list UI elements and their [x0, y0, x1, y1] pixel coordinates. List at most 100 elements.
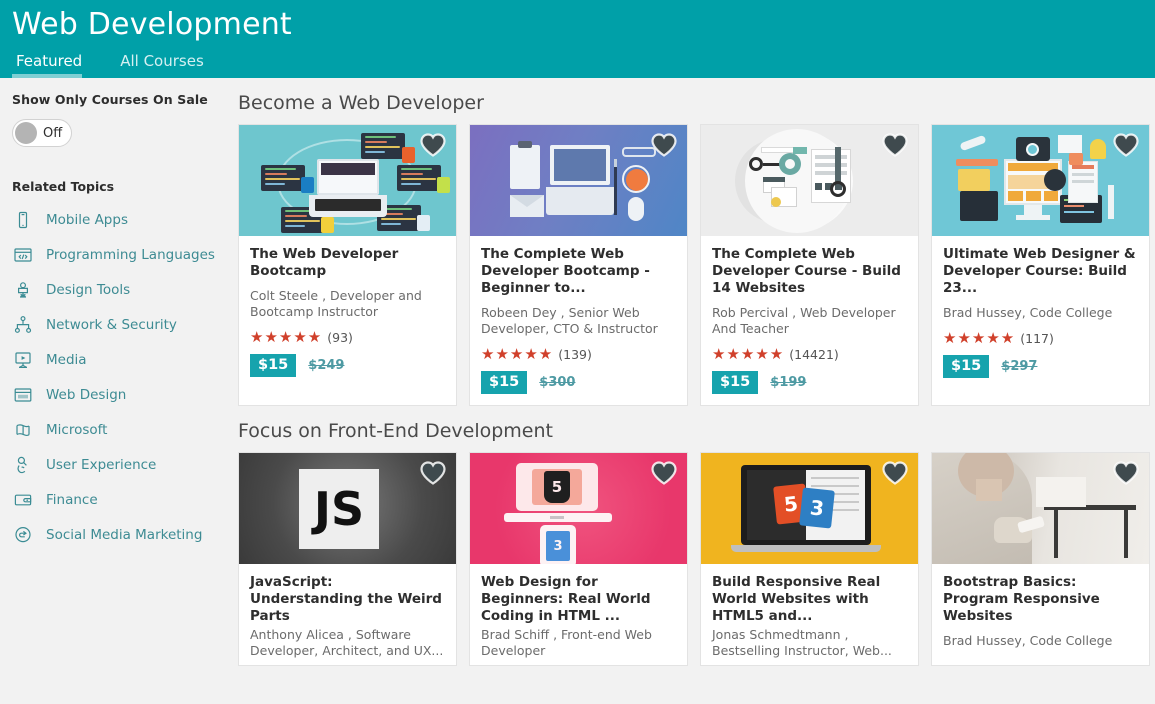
- original-price: $297: [1001, 359, 1038, 374]
- heart-glyph: [420, 133, 446, 157]
- sidebar-topic-user-experience[interactable]: User Experience: [12, 447, 226, 482]
- rating-count: (93): [327, 329, 353, 345]
- course-card[interactable]: Ultimate Web Designer & Developer Course…: [931, 124, 1150, 406]
- heart-glyph: [420, 461, 446, 485]
- sidebar-topic-label: Programming Languages: [46, 246, 215, 263]
- course-author: Colt Steele , Developer and Bootcamp Ins…: [250, 288, 422, 319]
- course-card[interactable]: JS JavaScript: Understanding the Weird Pa…: [238, 452, 457, 666]
- course-title: Web Design for Beginners: Real World Cod…: [481, 574, 651, 624]
- favorite-heart-icon[interactable]: [420, 461, 446, 485]
- related-topics-list: Mobile Apps Programming Languages Design T…: [12, 202, 226, 552]
- course-author: Brad Hussey, Code College: [943, 305, 1113, 320]
- course-price-row: $15 $300: [481, 371, 676, 405]
- page-body: Show Only Courses On Sale Off Related To…: [0, 78, 1155, 704]
- sidebar-topic-label: User Experience: [46, 456, 157, 473]
- tab-featured[interactable]: Featured: [12, 53, 96, 78]
- rating-count: (14421): [789, 346, 839, 362]
- browser-window-icon: [12, 384, 34, 406]
- course-card[interactable]: The Complete Web Developer Bootcamp - Be…: [469, 124, 688, 406]
- heart-glyph: [882, 461, 908, 485]
- course-thumbnail: 53: [470, 453, 687, 564]
- original-price: $249: [308, 358, 345, 373]
- sidebar-topic-programming-languages[interactable]: Programming Languages: [12, 237, 226, 272]
- heart-glyph: [1113, 461, 1139, 485]
- star-rating-icon: ★★★★★: [250, 328, 323, 346]
- sidebar-topic-network-security[interactable]: Network & Security: [12, 307, 226, 342]
- sale-price-badge: $15: [481, 371, 528, 394]
- user-experience-icon: [12, 454, 34, 476]
- sidebar-topic-microsoft[interactable]: Microsoft: [12, 412, 226, 447]
- favorite-heart-icon[interactable]: [420, 133, 446, 157]
- favorite-heart-icon[interactable]: [882, 133, 908, 157]
- sidebar-topic-label: Microsoft: [46, 421, 108, 438]
- course-price-row: $15 $297: [943, 355, 1138, 389]
- course-title: JavaScript: Understanding the Weird Part…: [250, 574, 442, 624]
- course-rating: ★★★★★ (14421): [712, 346, 907, 362]
- course-card-body: The Web Developer Bootcamp Colt Steele , …: [239, 236, 456, 405]
- sidebar-topic-design-tools[interactable]: Design Tools: [12, 272, 226, 307]
- tab-featured-label: Featured: [16, 52, 83, 70]
- sidebar-topic-web-design[interactable]: Web Design: [12, 377, 226, 412]
- mobile-phone-icon: [12, 209, 34, 231]
- course-thumbnail: [701, 125, 918, 236]
- course-card[interactable]: Bootstrap Basics: Program Responsive Web…: [931, 452, 1150, 666]
- favorite-heart-icon[interactable]: [1113, 133, 1139, 157]
- course-card[interactable]: The Web Developer Bootcamp Colt Steele , …: [238, 124, 457, 406]
- media-projector-icon: [12, 349, 34, 371]
- sidebar-topic-label: Media: [46, 351, 87, 368]
- favorite-heart-icon[interactable]: [882, 461, 908, 485]
- favorite-heart-icon[interactable]: [651, 133, 677, 157]
- course-card-body: JavaScript: Understanding the Weird Part…: [239, 564, 456, 665]
- page-title: Web Development: [12, 7, 292, 42]
- rating-count: (117): [1020, 330, 1054, 346]
- course-card[interactable]: The Complete Web Developer Course - Buil…: [700, 124, 919, 406]
- favorite-heart-icon[interactable]: [651, 461, 677, 485]
- sale-filter-toggle[interactable]: Off: [12, 119, 72, 147]
- sale-filter-label: Show Only Courses On Sale: [12, 92, 208, 107]
- course-card-row: JS JavaScript: Understanding the Weird Pa…: [238, 452, 1155, 666]
- tab-all-courses[interactable]: All Courses: [116, 53, 218, 78]
- course-title: Bootstrap Basics: Program Responsive Web…: [943, 574, 1100, 624]
- course-thumbnail: [932, 125, 1149, 236]
- course-title: The Web Developer Bootcamp: [250, 246, 399, 279]
- course-rating: ★★★★★ (139): [481, 346, 676, 362]
- wallet-icon: [12, 489, 34, 511]
- course-author: Anthony Alicea , Software Developer, Arc…: [250, 627, 444, 659]
- star-rating-icon: ★★★★★: [712, 345, 785, 363]
- course-card-body: The Complete Web Developer Course - Buil…: [701, 236, 918, 405]
- sale-price-badge: $15: [943, 355, 990, 378]
- course-card-body: Ultimate Web Designer & Developer Course…: [932, 236, 1149, 405]
- design-tool-icon: [12, 279, 34, 301]
- original-price: $300: [539, 375, 576, 390]
- course-rating: ★★★★★ (117): [943, 330, 1138, 346]
- heart-glyph: [651, 133, 677, 157]
- course-price-row: $15 $199: [712, 371, 907, 405]
- sidebar-topic-mobile-apps[interactable]: Mobile Apps: [12, 202, 226, 237]
- sidebar-topic-social-media-marketing[interactable]: Social Media Marketing: [12, 517, 226, 552]
- course-card-body: Build Responsive Real World Websites wit…: [701, 564, 918, 665]
- course-author: Brad Schiff , Front-end Web Developer: [481, 627, 652, 659]
- heart-glyph: [1113, 133, 1139, 157]
- course-thumbnail: [470, 125, 687, 236]
- course-card-body: The Complete Web Developer Bootcamp - Be…: [470, 236, 687, 405]
- sidebar-topic-finance[interactable]: Finance: [12, 482, 226, 517]
- favorite-heart-icon[interactable]: [1113, 461, 1139, 485]
- tab-all-courses-label: All Courses: [120, 52, 204, 70]
- course-author: Brad Hussey, Code College: [943, 633, 1113, 648]
- star-rating-icon: ★★★★★: [481, 345, 554, 363]
- course-thumbnail: JS: [239, 453, 456, 564]
- sidebar-topic-label: Network & Security: [46, 316, 177, 333]
- tab-bar: Featured All Courses: [8, 44, 1155, 78]
- course-card-body: Bootstrap Basics: Program Responsive Web…: [932, 564, 1149, 665]
- course-card[interactable]: 5 3 Build Responsive Real World Websites w…: [700, 452, 919, 666]
- sale-price-badge: $15: [712, 371, 759, 394]
- course-thumbnail: [932, 453, 1149, 564]
- related-topics-heading: Related Topics: [12, 179, 115, 194]
- toggle-knob: [15, 122, 37, 144]
- course-card[interactable]: 5 3 Web Design for Beginners: Real World C…: [469, 452, 688, 666]
- sidebar-topic-label: Web Design: [46, 386, 127, 403]
- course-title: The Complete Web Developer Course - Buil…: [712, 246, 901, 296]
- sidebar-topic-media[interactable]: Media: [12, 342, 226, 377]
- course-card-body: Web Design for Beginners: Real World Cod…: [470, 564, 687, 665]
- course-author: Rob Percival , Web Developer And Teacher: [712, 305, 896, 336]
